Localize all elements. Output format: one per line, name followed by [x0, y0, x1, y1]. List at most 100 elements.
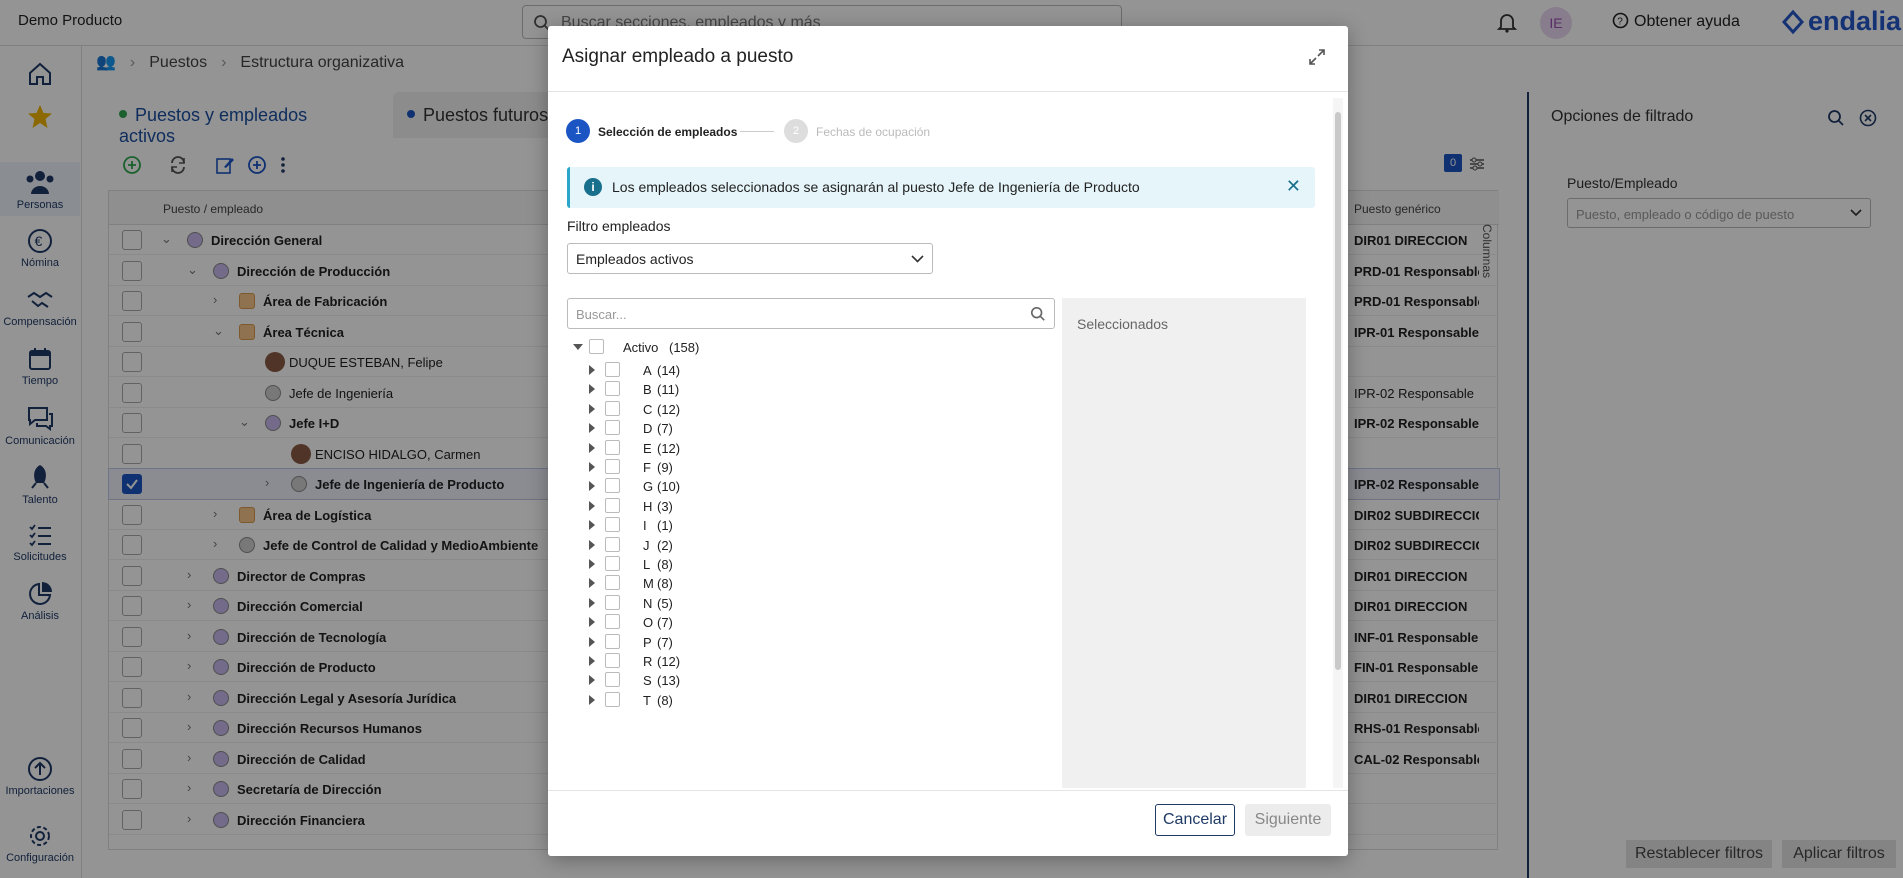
tree-node-count: (13) [657, 673, 681, 689]
expand-icon[interactable] [589, 442, 595, 453]
expand-icon[interactable] [589, 423, 595, 434]
expand-icon[interactable] [589, 384, 595, 395]
tree-node-count: (3) [657, 498, 673, 514]
tree-node-label: S [643, 673, 652, 689]
tree-checkbox[interactable] [605, 594, 620, 610]
expand-icon[interactable] [589, 462, 595, 472]
tree-node-label: H [643, 498, 653, 514]
tree-node-label: Activo [623, 340, 659, 355]
expand-icon[interactable] [589, 636, 595, 647]
tree-node-label: B [643, 382, 652, 398]
info-alert: i Los empleados seleccionados se asignar… [567, 167, 1315, 208]
tree-node-label: L [643, 557, 651, 572]
tree-node-count: (12) [657, 401, 681, 417]
expand-icon[interactable] [589, 539, 595, 550]
info-icon: i [584, 178, 602, 196]
modal-footer: Cancelar Siguiente [548, 790, 1348, 856]
close-icon[interactable]: ✕ [1286, 176, 1301, 197]
tree-checkbox[interactable] [605, 439, 620, 455]
expand-icon[interactable] [589, 365, 595, 375]
tree-checkbox[interactable] [605, 478, 620, 494]
employee-tree: Activo (158) A (14) B (11) C (12) D (7) E (12) F (9… [567, 336, 1055, 786]
tree-node-label: F [643, 460, 651, 475]
search-icon [1030, 306, 1045, 321]
tree-node-count: (11) [657, 382, 680, 398]
tree-node-label: J [643, 537, 650, 553]
expand-icon[interactable] [589, 656, 595, 666]
tree-node-label: E [643, 440, 652, 456]
tree-node-count: (1) [657, 518, 673, 534]
tree-checkbox[interactable] [605, 575, 620, 591]
tree-node-label: C [643, 401, 653, 417]
expand-icon[interactable] [589, 694, 595, 705]
tree-node-count: (7) [657, 634, 673, 650]
tree-node-label: R [643, 654, 653, 669]
tree-checkbox[interactable] [605, 614, 620, 630]
tree-node-label: M [643, 576, 654, 592]
expand-icon[interactable] [589, 597, 595, 608]
modal-title: Asignar empleado a puesto [562, 46, 794, 67]
employee-filter-value: Empleados activos [576, 251, 694, 267]
tree-node-count: (9) [657, 460, 673, 475]
tree-checkbox[interactable] [605, 556, 620, 571]
tree-checkbox[interactable] [605, 362, 620, 377]
tree-checkbox[interactable] [605, 400, 620, 416]
step-1-number: 1 [566, 119, 590, 143]
tree-node-count: (158) [669, 340, 700, 355]
tree-node-label: I [643, 518, 647, 534]
expand-icon[interactable] [589, 675, 595, 686]
step-divider [740, 131, 774, 132]
info-message: Los empleados seleccionados se asignarán… [612, 179, 1140, 195]
employee-filter-select[interactable]: Empleados activos [567, 243, 933, 274]
tree-node-label: D [643, 421, 653, 437]
expand-icon[interactable] [589, 559, 595, 569]
tree-checkbox[interactable] [605, 653, 620, 668]
tree-checkbox[interactable] [605, 381, 620, 397]
tree-node-count: (14) [657, 363, 681, 378]
tree-node-count: (8) [657, 557, 673, 572]
expand-icon[interactable] [589, 481, 595, 492]
tree-node-label: T [643, 692, 651, 708]
cancel-button[interactable]: Cancelar [1155, 804, 1235, 836]
tree-checkbox[interactable] [605, 691, 620, 707]
selected-panel: Seleccionados [1062, 298, 1306, 788]
tree-node-label: P [643, 634, 652, 650]
expand-icon[interactable] [589, 578, 595, 589]
tree-checkbox[interactable] [605, 420, 620, 436]
next-button[interactable]: Siguiente [1245, 804, 1331, 836]
selected-label: Seleccionados [1077, 316, 1169, 332]
modal-header: Asignar empleado a puesto [548, 26, 1348, 92]
tree-node-label: A [643, 363, 652, 378]
tree-node-count: (2) [657, 537, 673, 553]
tree-node-label: N [643, 595, 653, 611]
collapse-icon[interactable] [573, 344, 583, 350]
tree-node-count: (10) [657, 479, 681, 495]
tree-node-count: (8) [657, 692, 673, 708]
expand-icon[interactable] [589, 617, 595, 628]
modal-scrollbar[interactable] [1333, 98, 1343, 788]
tree-node-count: (7) [657, 615, 673, 631]
chevron-down-icon [911, 255, 924, 263]
step-2-number: 2 [784, 119, 808, 143]
tree-checkbox[interactable] [605, 672, 620, 688]
tree-node-count: (5) [657, 595, 673, 611]
tree-node-count: (12) [657, 654, 681, 669]
tree-node-count: (8) [657, 576, 673, 592]
employee-search-input[interactable]: Buscar... [567, 298, 1055, 329]
expand-icon[interactable] [589, 500, 595, 511]
tree-node-count: (12) [657, 440, 681, 456]
tree-checkbox[interactable] [605, 633, 620, 649]
step-1-label: Selección de empleados [598, 125, 738, 139]
expand-icon[interactable] [589, 403, 595, 414]
tree-checkbox[interactable] [605, 497, 620, 513]
expand-icon[interactable] [1308, 48, 1326, 66]
tree-node-count: (7) [657, 421, 673, 437]
employee-filter-label: Filtro empleados [567, 218, 671, 234]
tree-checkbox[interactable] [589, 339, 604, 354]
scrollbar-thumb[interactable] [1335, 112, 1341, 670]
tree-node-label: O [643, 615, 654, 631]
tree-checkbox[interactable] [605, 517, 620, 533]
tree-checkbox[interactable] [605, 536, 620, 552]
expand-icon[interactable] [589, 520, 595, 531]
tree-checkbox[interactable] [605, 459, 620, 474]
